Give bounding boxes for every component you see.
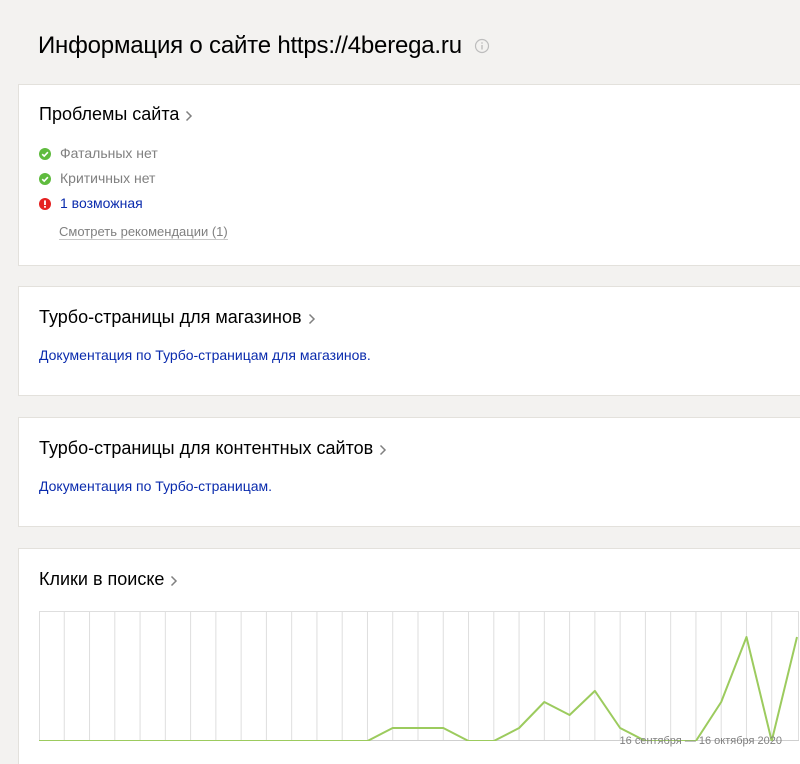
chart-frame [39,611,799,741]
chart-date-range: 16 сентября — 16 октября 2020 [619,735,782,747]
possible-problems-link[interactable]: 1 возможная [60,195,143,211]
problem-item-possible[interactable]: 1 возможная [39,190,158,215]
check-circle-icon [39,172,51,185]
chevron-right-icon[interactable] [379,443,387,455]
clicks-chart-svg [38,611,799,742]
search-clicks-card: Клики в поиске 16 сентября — 16 октября … [18,548,800,764]
page: Информация о сайте https://4berega.ru Пр… [0,0,800,764]
chevron-right-icon[interactable] [308,312,316,324]
turbo-content-header[interactable]: Турбо-страницы для контентных сайтов [39,438,387,459]
clicks-chart [38,611,799,742]
site-problems-title[interactable]: Проблемы сайта [39,104,179,125]
turbo-shops-title[interactable]: Турбо-страницы для магазинов [39,307,302,328]
problem-list: Фатальных нет Критичных нет 1 возможная [39,140,158,215]
chevron-right-icon[interactable] [170,574,178,586]
page-header: Информация о сайте https://4berega.ru [38,32,490,60]
turbo-content-card: Турбо-страницы для контентных сайтов Док… [18,417,800,527]
turbo-content-doc-link[interactable]: Документация по Турбо-страницам. [39,478,272,494]
chevron-right-icon[interactable] [185,109,193,121]
turbo-shops-header[interactable]: Турбо-страницы для магазинов [39,307,316,328]
site-problems-header[interactable]: Проблемы сайта [39,104,193,125]
site-problems-card: Проблемы сайта Фатальных нет Критичных н… [18,84,800,266]
turbo-content-title[interactable]: Турбо-страницы для контентных сайтов [39,438,373,459]
turbo-shops-doc-link[interactable]: Документация по Турбо-страницам для мага… [39,347,371,363]
exclamation-circle-icon [39,197,51,210]
recommendations-link[interactable]: Смотреть рекомендации (1) [59,225,228,240]
problem-item-critical: Критичных нет [39,165,158,190]
problem-item-text: Фатальных нет [60,144,158,161]
page-title: Информация о сайте https://4berega.ru [38,32,462,59]
search-clicks-header[interactable]: Клики в поиске [39,569,178,590]
problem-item-text: Критичных нет [60,169,156,186]
turbo-shops-card: Турбо-страницы для магазинов Документаци… [18,286,800,396]
check-circle-icon [39,147,51,160]
search-clicks-title[interactable]: Клики в поиске [39,569,164,590]
problem-item-fatal: Фатальных нет [39,140,158,165]
info-icon[interactable] [474,38,490,54]
